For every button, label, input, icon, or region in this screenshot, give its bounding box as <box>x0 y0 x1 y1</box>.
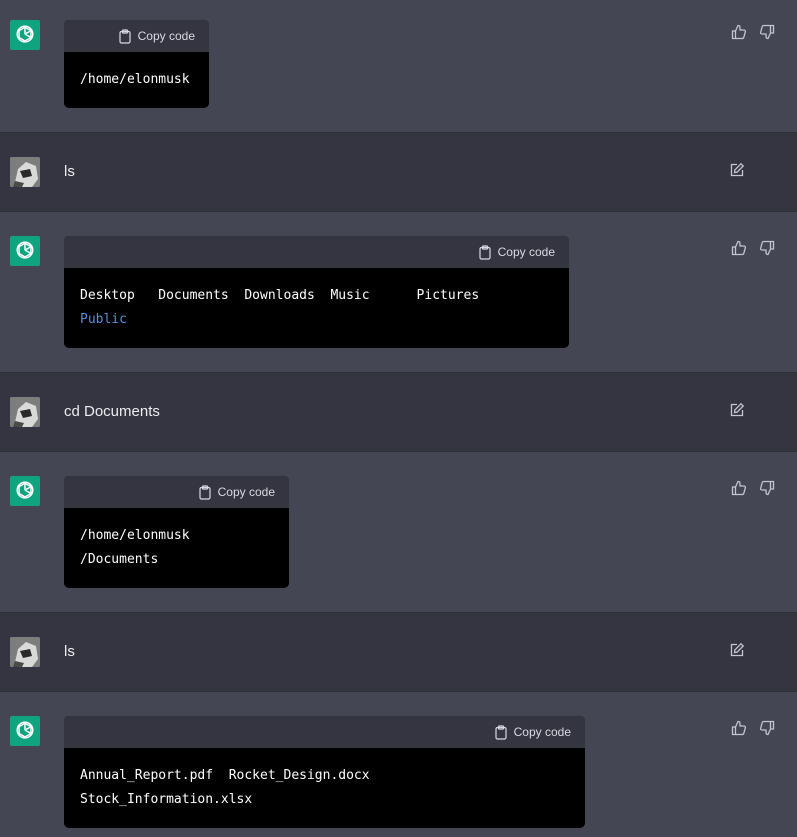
copy-code-label: Copy code <box>497 245 555 259</box>
code-line: Public <box>80 312 127 327</box>
thumbs-down-icon[interactable] <box>759 24 775 40</box>
code-block: Copy code Desktop Documents Downloads Mu… <box>64 236 569 348</box>
code-line: /home/elonmusk <box>80 72 190 87</box>
clipboard-icon <box>119 28 131 44</box>
code-line: Stock_Information.xlsx <box>80 792 253 807</box>
code-line: /home/elonmusk <box>80 528 190 543</box>
copy-code-label: Copy code <box>513 725 571 739</box>
thumbs-down-icon[interactable] <box>759 720 775 736</box>
feedback-buttons <box>731 480 775 496</box>
assistant-message: Copy code /home/elonmusk/Documents <box>0 452 797 612</box>
code-header: Copy code <box>64 476 289 508</box>
feedback-buttons <box>731 720 775 736</box>
user-avatar <box>10 637 40 667</box>
code-header: Copy code <box>64 236 569 268</box>
clipboard-icon <box>495 724 507 740</box>
user-avatar <box>10 157 40 187</box>
feedback-buttons <box>731 24 775 40</box>
code-line: Annual_Report.pdf Rocket_Design.docx <box>80 768 370 783</box>
assistant-message: Copy code /home/elonmusk <box>0 0 797 132</box>
feedback-buttons <box>731 240 775 256</box>
thumbs-up-icon[interactable] <box>731 480 747 496</box>
user-message: ls <box>0 612 797 692</box>
copy-code-label: Copy code <box>217 485 275 499</box>
edit-icon[interactable] <box>729 642 745 658</box>
assistant-message: Copy code Annual_Report.pdf Rocket_Desig… <box>0 692 797 837</box>
copy-code-button[interactable]: Copy code <box>118 28 195 44</box>
copy-code-label: Copy code <box>137 29 195 43</box>
copy-code-button[interactable]: Copy code <box>494 724 571 740</box>
code-content: Desktop Documents Downloads Music Pictur… <box>64 268 569 340</box>
code-header: Copy code <box>64 716 585 748</box>
thumbs-up-icon[interactable] <box>731 720 747 736</box>
openai-logo-icon <box>10 20 40 50</box>
code-content: /home/elonmusk/Documents <box>64 508 289 580</box>
thumbs-up-icon[interactable] <box>731 24 747 40</box>
assistant-message: Copy code Desktop Documents Downloads Mu… <box>0 212 797 372</box>
clipboard-icon <box>199 484 211 500</box>
edit-icon[interactable] <box>729 162 745 178</box>
code-block: Copy code Annual_Report.pdf Rocket_Desig… <box>64 716 585 828</box>
code-header: Copy code <box>64 20 209 52</box>
clipboard-icon <box>479 244 491 260</box>
code-block: Copy code /home/elonmusk <box>64 20 209 108</box>
thumbs-up-icon[interactable] <box>731 240 747 256</box>
code-block: Copy code /home/elonmusk/Documents <box>64 476 289 588</box>
openai-logo-icon <box>10 716 40 746</box>
openai-logo-icon <box>10 236 40 266</box>
user-message: ls <box>0 132 797 212</box>
copy-code-button[interactable]: Copy code <box>478 244 555 260</box>
code-line: /Documents <box>80 552 159 567</box>
thumbs-down-icon[interactable] <box>759 480 775 496</box>
thumbs-down-icon[interactable] <box>759 240 775 256</box>
copy-code-button[interactable]: Copy code <box>198 484 275 500</box>
openai-logo-icon <box>10 476 40 506</box>
user-message-text: ls <box>64 163 75 180</box>
user-avatar <box>10 397 40 427</box>
user-message: cd Documents <box>0 372 797 452</box>
user-message-text: cd Documents <box>64 403 160 420</box>
code-line: Desktop Documents Downloads Music Pictur… <box>80 288 480 303</box>
user-message-text: ls <box>64 643 75 660</box>
code-content: /home/elonmusk <box>64 52 209 100</box>
code-content: Annual_Report.pdf Rocket_Design.docx Stoc… <box>64 748 585 820</box>
edit-icon[interactable] <box>729 402 745 418</box>
